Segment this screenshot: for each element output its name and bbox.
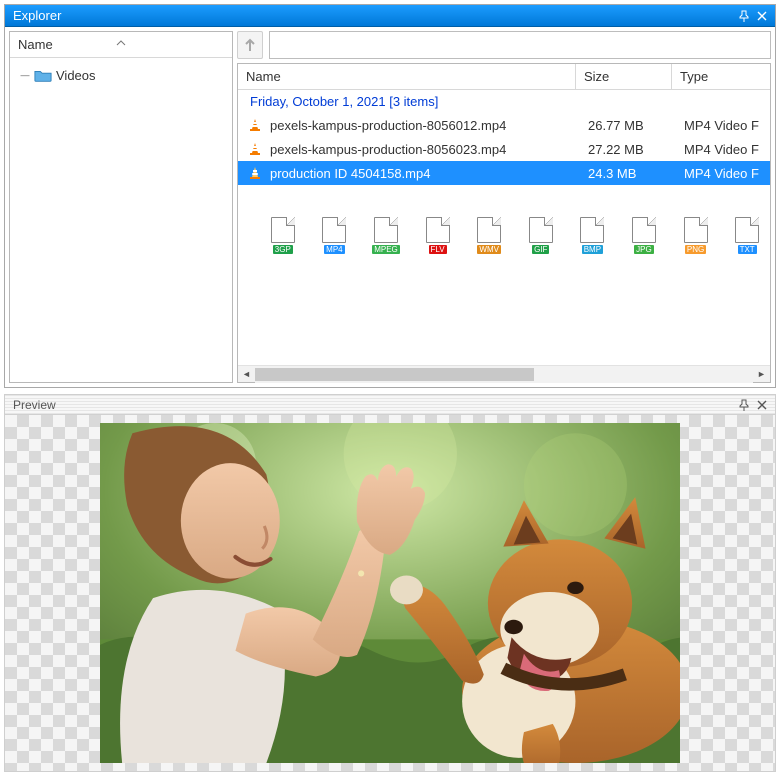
file-name: pexels-kampus-production-8056012.mp4 xyxy=(270,118,506,133)
file-size: 27.22 MB xyxy=(588,142,644,157)
file-type: MP4 Video F xyxy=(684,118,759,133)
format-label: 3GP xyxy=(273,245,293,254)
explorer-titlebar: Explorer xyxy=(5,5,775,27)
preview-body xyxy=(5,415,775,771)
scroll-left-icon[interactable]: ◄ xyxy=(238,366,255,383)
explorer-title: Explorer xyxy=(13,8,61,23)
sort-asc-icon xyxy=(116,34,126,49)
vlc-file-icon xyxy=(246,164,264,182)
folder-icon xyxy=(34,68,52,82)
format-item-jpg[interactable]: JPG xyxy=(629,217,659,254)
tree-item-label: Videos xyxy=(56,68,96,83)
file-name: production ID 4504158.mp4 xyxy=(270,166,430,181)
col-size[interactable]: Size xyxy=(576,64,672,89)
close-icon[interactable] xyxy=(753,396,771,414)
preview-thumbnail xyxy=(100,423,680,763)
format-item-mp4[interactable]: MP4 xyxy=(320,217,350,254)
scroll-right-icon[interactable]: ► xyxy=(753,366,770,383)
group-header[interactable]: Friday, October 1, 2021 [3 items] xyxy=(238,90,770,113)
format-label: MPEG xyxy=(372,245,400,254)
preview-title: Preview xyxy=(13,398,56,412)
tree-header-label: Name xyxy=(18,37,53,52)
file-type-icon xyxy=(322,217,346,243)
file-type-icon xyxy=(426,217,450,243)
file-list: Name Size Type Friday, October 1, 2021 [… xyxy=(237,63,771,383)
up-arrow-icon xyxy=(243,37,257,53)
close-icon[interactable] xyxy=(753,7,771,25)
explorer-panel: Explorer Name — xyxy=(4,4,776,388)
path-input[interactable] xyxy=(269,31,771,59)
format-label: PNG xyxy=(685,245,706,254)
file-row[interactable]: production ID 4504158.mp4 24.3 MB MP4 Vi… xyxy=(238,161,770,185)
format-item-3gp[interactable]: 3GP xyxy=(268,217,298,254)
file-type-icon xyxy=(684,217,708,243)
file-type-icon xyxy=(632,217,656,243)
h-scrollbar[interactable]: ◄ ► xyxy=(238,365,770,382)
file-name: pexels-kampus-production-8056023.mp4 xyxy=(270,142,506,157)
file-rows: Friday, October 1, 2021 [3 items] pexels… xyxy=(238,90,770,365)
tree-list: — Videos xyxy=(10,58,232,382)
format-label: BMP xyxy=(582,245,603,254)
format-item-bmp[interactable]: BMP xyxy=(578,217,608,254)
format-strip: 3GP MP4 MPEG FLV WMV GIF BMP JPG PNG TXT xyxy=(238,185,770,254)
explorer-body: Name — Videos xyxy=(5,27,775,387)
format-item-mpeg[interactable]: MPEG xyxy=(371,217,401,254)
format-label: TXT xyxy=(738,245,757,254)
preview-panel: Preview xyxy=(4,394,776,772)
tree-column-header[interactable]: Name xyxy=(10,32,232,58)
preview-titlebar: Preview xyxy=(5,395,775,415)
format-item-gif[interactable]: GIF xyxy=(526,217,556,254)
file-type-icon xyxy=(529,217,553,243)
file-list-header: Name Size Type xyxy=(238,64,770,90)
path-row xyxy=(237,31,771,59)
file-type: MP4 Video F xyxy=(684,166,759,181)
scroll-thumb[interactable] xyxy=(255,368,534,381)
format-item-flv[interactable]: FLV xyxy=(423,217,453,254)
format-label: JPG xyxy=(634,245,654,254)
vlc-file-icon xyxy=(246,140,264,158)
vlc-file-icon xyxy=(246,116,264,134)
tree-pane: Name — Videos xyxy=(9,31,233,383)
collapse-icon[interactable]: — xyxy=(20,70,30,80)
file-type-icon xyxy=(374,217,398,243)
tree-item-videos[interactable]: — Videos xyxy=(14,64,228,86)
pin-icon[interactable] xyxy=(735,7,753,25)
scroll-track[interactable] xyxy=(255,366,753,383)
pin-icon[interactable] xyxy=(735,396,753,414)
format-item-txt[interactable]: TXT xyxy=(732,217,762,254)
file-type-icon xyxy=(477,217,501,243)
file-type-icon xyxy=(271,217,295,243)
up-button[interactable] xyxy=(237,31,263,59)
file-row[interactable]: pexels-kampus-production-8056012.mp4 26.… xyxy=(238,113,770,137)
file-size: 24.3 MB xyxy=(588,166,636,181)
right-pane: Name Size Type Friday, October 1, 2021 [… xyxy=(237,31,771,383)
format-label: GIF xyxy=(532,245,549,254)
format-label: WMV xyxy=(477,245,501,254)
col-type[interactable]: Type xyxy=(672,64,770,89)
file-row[interactable]: pexels-kampus-production-8056023.mp4 27.… xyxy=(238,137,770,161)
col-name[interactable]: Name xyxy=(238,64,576,89)
format-label: FLV xyxy=(429,245,447,254)
file-type-icon xyxy=(580,217,604,243)
file-type: MP4 Video F xyxy=(684,142,759,157)
format-label: MP4 xyxy=(324,245,344,254)
file-size: 26.77 MB xyxy=(588,118,644,133)
format-item-png[interactable]: PNG xyxy=(681,217,711,254)
file-type-icon xyxy=(735,217,759,243)
format-item-wmv[interactable]: WMV xyxy=(474,217,504,254)
